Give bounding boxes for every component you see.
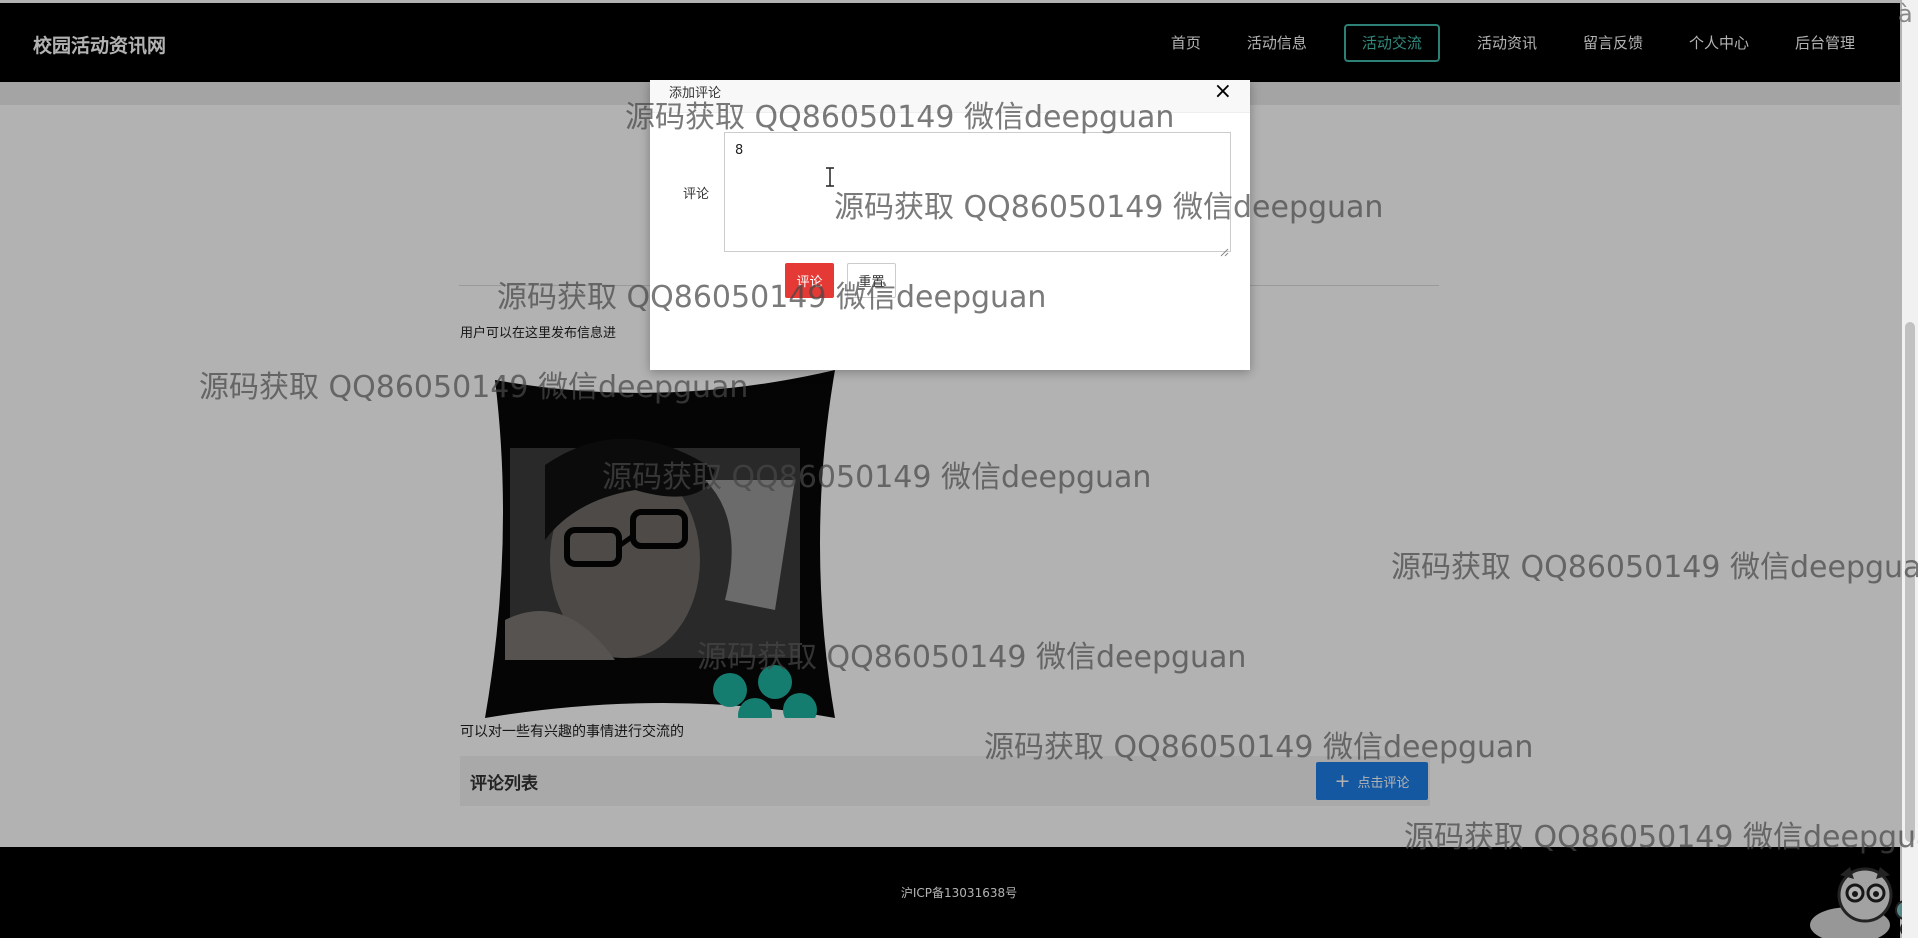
submit-comment-button[interactable]: 评论: [785, 263, 834, 298]
dialog-header: 添加评论 ×: [650, 79, 1250, 113]
dialog-title: 添加评论: [669, 86, 722, 101]
resize-handle-icon[interactable]: [1220, 242, 1229, 257]
reset-button[interactable]: 重置: [847, 263, 896, 298]
corner-glyph: à: [1898, 0, 1913, 28]
comment-field-label: 评论: [683, 187, 710, 202]
add-comment-dialog: 添加评论 × 评论 8 评论 重置: [650, 79, 1250, 370]
text-cursor-icon: [824, 167, 836, 187]
comment-textarea[interactable]: 8: [724, 132, 1231, 252]
vertical-scrollbar[interactable]: [1902, 0, 1918, 938]
scrollbar-thumb[interactable]: [1905, 322, 1915, 842]
close-icon[interactable]: ×: [1214, 79, 1232, 104]
